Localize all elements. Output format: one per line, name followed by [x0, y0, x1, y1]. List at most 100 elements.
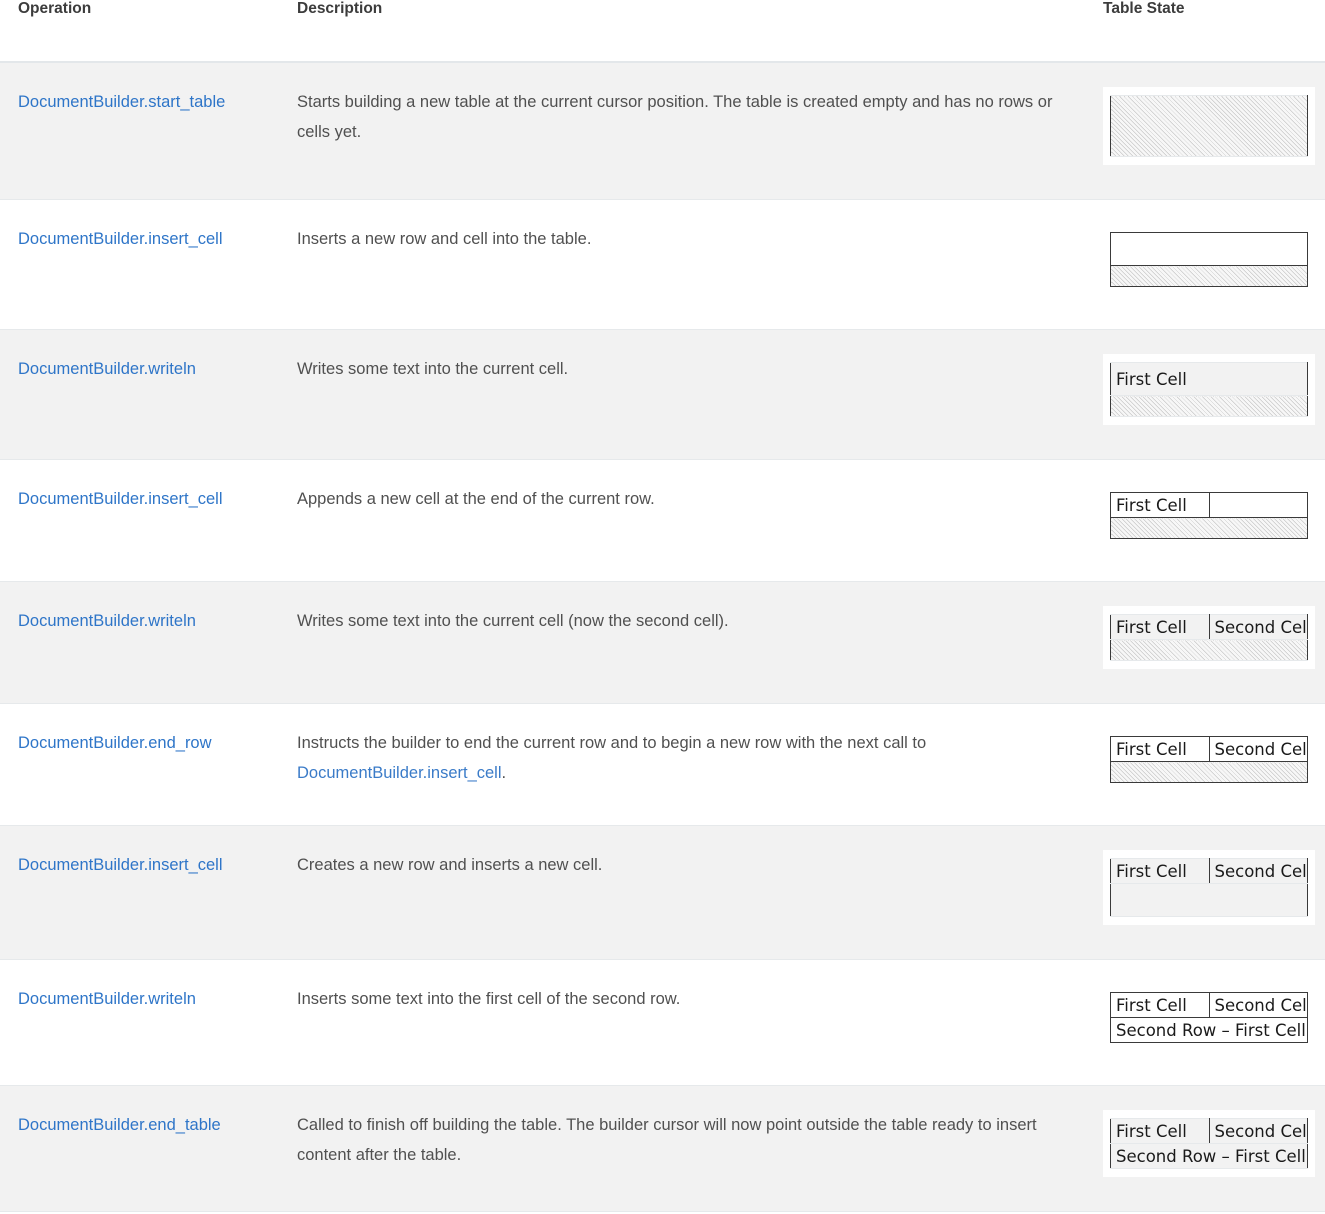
operation-cell: DocumentBuilder.end_row	[0, 704, 285, 826]
mini-table	[1110, 232, 1308, 287]
mini-row: First CellSecond Cell	[1111, 737, 1308, 762]
mini-row	[1111, 762, 1308, 783]
mini-cell-second-row: Second Row – First Cell	[1111, 1018, 1308, 1043]
mini-row	[1111, 884, 1308, 917]
description-text: Writes some text into the current cell (…	[297, 612, 729, 630]
inline-api-link[interactable]: DocumentBuilder.insert_cell	[297, 764, 502, 782]
mini-table: First CellSecond Cell	[1110, 858, 1308, 917]
table-state-diagram: First Cell	[1103, 484, 1315, 547]
mini-cell: Second Cell	[1209, 737, 1308, 762]
mini-cell: Second Cell	[1209, 993, 1308, 1018]
mini-row	[1111, 266, 1308, 287]
table-state-diagram: First CellSecond CellSecond Row – First …	[1103, 984, 1315, 1051]
mini-cell-second-row	[1111, 884, 1308, 917]
mini-row	[1111, 96, 1308, 157]
description-text: Inserts some text into the first cell of…	[297, 990, 680, 1008]
description-cell: Creates a new row and inserts a new cell…	[285, 826, 1085, 960]
operation-link[interactable]: DocumentBuilder.end_row	[18, 734, 212, 752]
table-state-diagram: First CellSecond Cell	[1103, 850, 1315, 925]
operation-cell: DocumentBuilder.end_table	[0, 1086, 285, 1212]
operation-cell: DocumentBuilder.writeln	[0, 330, 285, 460]
mini-cell-hatched	[1111, 762, 1308, 783]
table-row: DocumentBuilder.insert_cell Inserts a new…	[0, 200, 1325, 330]
description-cell: Writes some text into the current cell (…	[285, 582, 1085, 704]
table-row: DocumentBuilder.writeln Writes some text …	[0, 330, 1325, 460]
mini-cell: Second Cell	[1209, 615, 1308, 640]
mini-row	[1111, 640, 1308, 661]
operation-cell: DocumentBuilder.start_table	[0, 62, 285, 200]
operation-cell: DocumentBuilder.writeln	[0, 582, 285, 704]
table-row: DocumentBuilder.end_row Instructs the bui…	[0, 704, 1325, 826]
mini-cell	[1111, 233, 1308, 266]
table-row: DocumentBuilder.end_table Called to finis…	[0, 1086, 1325, 1212]
mini-row: Second Row – First Cell	[1111, 1144, 1308, 1169]
mini-row: First CellSecond Cell	[1111, 615, 1308, 640]
mini-row: First Cell	[1111, 493, 1308, 518]
mini-table: First CellSecond Cell	[1110, 614, 1308, 661]
operation-cell: DocumentBuilder.insert_cell	[0, 826, 285, 960]
mini-row: First Cell	[1111, 363, 1308, 396]
operation-link[interactable]: DocumentBuilder.start_table	[18, 93, 225, 111]
operation-link[interactable]: DocumentBuilder.end_table	[18, 1116, 221, 1134]
mini-row: First CellSecond Cell	[1111, 859, 1308, 884]
operation-link[interactable]: DocumentBuilder.writeln	[18, 360, 196, 378]
column-header-table-state: Table State	[1085, 0, 1325, 62]
mini-row	[1111, 396, 1308, 417]
description-text: Inserts a new row and cell into the tabl…	[297, 230, 591, 248]
description-cell: Inserts a new row and cell into the tabl…	[285, 200, 1085, 330]
mini-table: First CellSecond CellSecond Row – First …	[1110, 992, 1308, 1043]
mini-table: First CellSecond CellSecond Row – First …	[1110, 1118, 1308, 1169]
operation-link[interactable]: DocumentBuilder.insert_cell	[18, 856, 223, 874]
table-header: Operation Description Table State	[0, 0, 1325, 62]
table-state-diagram	[1103, 224, 1315, 295]
operation-link[interactable]: DocumentBuilder.insert_cell	[18, 490, 223, 508]
mini-cell-hatched	[1111, 266, 1308, 287]
mini-cell: First Cell	[1111, 1119, 1210, 1144]
table-state-cell: First CellSecond Cell	[1085, 582, 1325, 704]
operation-link[interactable]: DocumentBuilder.writeln	[18, 612, 196, 630]
mini-cell-hatched	[1111, 640, 1308, 661]
description-text: Creates a new row and inserts a new cell…	[297, 856, 602, 874]
operation-link[interactable]: DocumentBuilder.insert_cell	[18, 230, 223, 248]
mini-cell-hatched	[1111, 396, 1308, 417]
table-state-cell: First CellSecond Cell	[1085, 826, 1325, 960]
table-body: DocumentBuilder.start_table Starts buildi…	[0, 62, 1325, 1212]
mini-row: Second Row – First Cell	[1111, 1018, 1308, 1043]
description-text: Writes some text into the current cell.	[297, 360, 568, 378]
description-cell: Appends a new cell at the end of the cur…	[285, 460, 1085, 582]
description-text: Starts building a new table at the curre…	[297, 93, 1052, 141]
table-state-cell: First Cell	[1085, 460, 1325, 582]
description-cell: Called to finish off building the table.…	[285, 1086, 1085, 1212]
table-row: DocumentBuilder.start_table Starts buildi…	[0, 62, 1325, 200]
operations-table: Operation Description Table State Docume…	[0, 0, 1325, 1212]
mini-row: First CellSecond Cell	[1111, 993, 1308, 1018]
table-state-cell: First Cell	[1085, 330, 1325, 460]
table-state-diagram: First CellSecond Cell	[1103, 728, 1315, 791]
mini-cell: First Cell	[1111, 493, 1210, 518]
operation-link[interactable]: DocumentBuilder.writeln	[18, 990, 196, 1008]
table-state-cell: First CellSecond CellSecond Row – First …	[1085, 960, 1325, 1086]
description-suffix: .	[502, 764, 507, 782]
operation-cell: DocumentBuilder.writeln	[0, 960, 285, 1086]
mini-table: First Cell	[1110, 492, 1308, 539]
table-row: DocumentBuilder.insert_cell Creates a new…	[0, 826, 1325, 960]
mini-table	[1110, 95, 1308, 157]
mini-cell: First Cell	[1111, 993, 1210, 1018]
description-text: Appends a new cell at the end of the cur…	[297, 490, 655, 508]
table-row: DocumentBuilder.writeln Inserts some text…	[0, 960, 1325, 1086]
table-state-diagram: First CellSecond Cell	[1103, 606, 1315, 669]
description-cell: Inserts some text into the first cell of…	[285, 960, 1085, 1086]
mini-cell-hatched	[1111, 96, 1308, 157]
table-state-diagram: First CellSecond CellSecond Row – First …	[1103, 1110, 1315, 1177]
mini-cell: Second Cell	[1209, 1119, 1308, 1144]
table-state-cell: First CellSecond Cell	[1085, 704, 1325, 826]
mini-table: First Cell	[1110, 362, 1308, 417]
mini-row	[1111, 233, 1308, 266]
mini-table: First CellSecond Cell	[1110, 736, 1308, 783]
mini-row: First CellSecond Cell	[1111, 1119, 1308, 1144]
table-row: DocumentBuilder.insert_cell Appends a new…	[0, 460, 1325, 582]
description-cell: Starts building a new table at the curre…	[285, 62, 1085, 200]
description-cell: Instructs the builder to end the current…	[285, 704, 1085, 826]
description-text: Called to finish off building the table.…	[297, 1116, 1037, 1164]
table-row: DocumentBuilder.writeln Writes some text …	[0, 582, 1325, 704]
